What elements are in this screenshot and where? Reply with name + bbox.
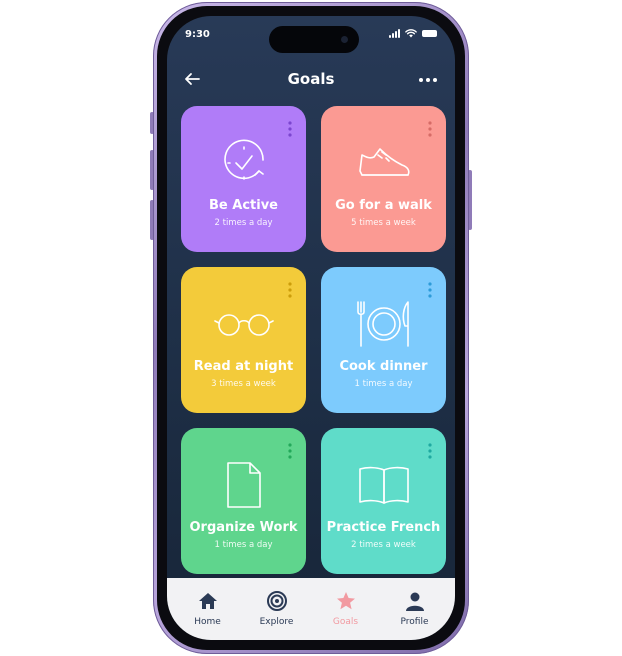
- status-time: 9:30: [185, 29, 210, 40]
- goal-card-practice-french[interactable]: Practice French 2 times a week: [321, 428, 446, 574]
- tab-label: Goals: [332, 617, 359, 627]
- card-menu-icon[interactable]: [428, 282, 432, 298]
- goal-card-read-at-night[interactable]: Read at night 3 times a week: [181, 267, 306, 413]
- goal-frequency: 5 times a week: [351, 218, 416, 228]
- goals-grid: Be Active 2 times a day Go for a walk 5 …: [181, 106, 447, 574]
- more-horizontal-icon: [419, 78, 437, 82]
- goal-title: Practice French: [326, 520, 441, 535]
- goal-card-be-active[interactable]: Be Active 2 times a day: [181, 106, 306, 252]
- goal-card-organize-work[interactable]: Organize Work 1 times a day: [181, 428, 306, 574]
- camera-icon: [341, 36, 348, 43]
- goal-title: Be Active: [209, 198, 278, 213]
- more-options-button[interactable]: [417, 72, 439, 86]
- user-icon: [405, 592, 424, 611]
- app-screen: 9:30 Goals Be Active 2 times a day Go fo…: [167, 16, 455, 640]
- tab-explore[interactable]: Explore: [247, 578, 307, 640]
- tab-home[interactable]: Home: [178, 578, 238, 640]
- goal-card-cook-dinner[interactable]: Cook dinner 1 times a day: [321, 267, 446, 413]
- card-menu-icon[interactable]: [428, 121, 432, 137]
- glasses-icon: [181, 299, 306, 349]
- goal-frequency: 1 times a day: [214, 540, 273, 550]
- tab-bar: Home Explore Goals Profile: [167, 578, 455, 640]
- card-menu-icon[interactable]: [288, 282, 292, 298]
- goal-frequency: 1 times a day: [354, 379, 413, 389]
- home-icon: [198, 593, 217, 609]
- card-menu-icon[interactable]: [288, 443, 292, 459]
- tab-profile[interactable]: Profile: [385, 578, 445, 640]
- goal-title: Organize Work: [189, 520, 298, 535]
- star-icon: [336, 592, 355, 610]
- goal-frequency: 2 times a day: [214, 218, 273, 228]
- battery-icon: [422, 30, 437, 37]
- tab-goals[interactable]: Goals: [316, 578, 376, 640]
- phone-frame: 9:30 Goals Be Active 2 times a day Go fo…: [153, 2, 469, 654]
- dynamic-island: [269, 26, 359, 53]
- clock-check-icon: [181, 138, 306, 188]
- tab-label: Home: [194, 617, 221, 627]
- card-menu-icon[interactable]: [288, 121, 292, 137]
- phone-bezel: 9:30 Goals Be Active 2 times a day Go fo…: [157, 6, 465, 650]
- goal-card-go-for-a-walk[interactable]: Go for a walk 5 times a week: [321, 106, 446, 252]
- open-book-icon: [321, 460, 446, 510]
- goal-title: Read at night: [193, 359, 294, 374]
- status-icons: [389, 29, 437, 38]
- plate-cutlery-icon: [321, 299, 446, 349]
- goal-frequency: 2 times a week: [351, 540, 416, 550]
- tab-label: Profile: [400, 617, 429, 627]
- wifi-icon: [405, 29, 417, 38]
- card-menu-icon[interactable]: [428, 443, 432, 459]
- stage: 9:30 Goals Be Active 2 times a day Go fo…: [0, 0, 622, 656]
- goal-frequency: 3 times a week: [211, 379, 276, 389]
- document-icon: [181, 460, 306, 510]
- goal-title: Go for a walk: [335, 198, 432, 213]
- target-icon: [266, 591, 287, 611]
- tab-label: Explore: [259, 617, 294, 627]
- sneaker-icon: [321, 138, 446, 188]
- cellular-signal-icon: [389, 29, 400, 38]
- page-title: Goals: [287, 70, 335, 88]
- goal-title: Cook dinner: [339, 359, 428, 374]
